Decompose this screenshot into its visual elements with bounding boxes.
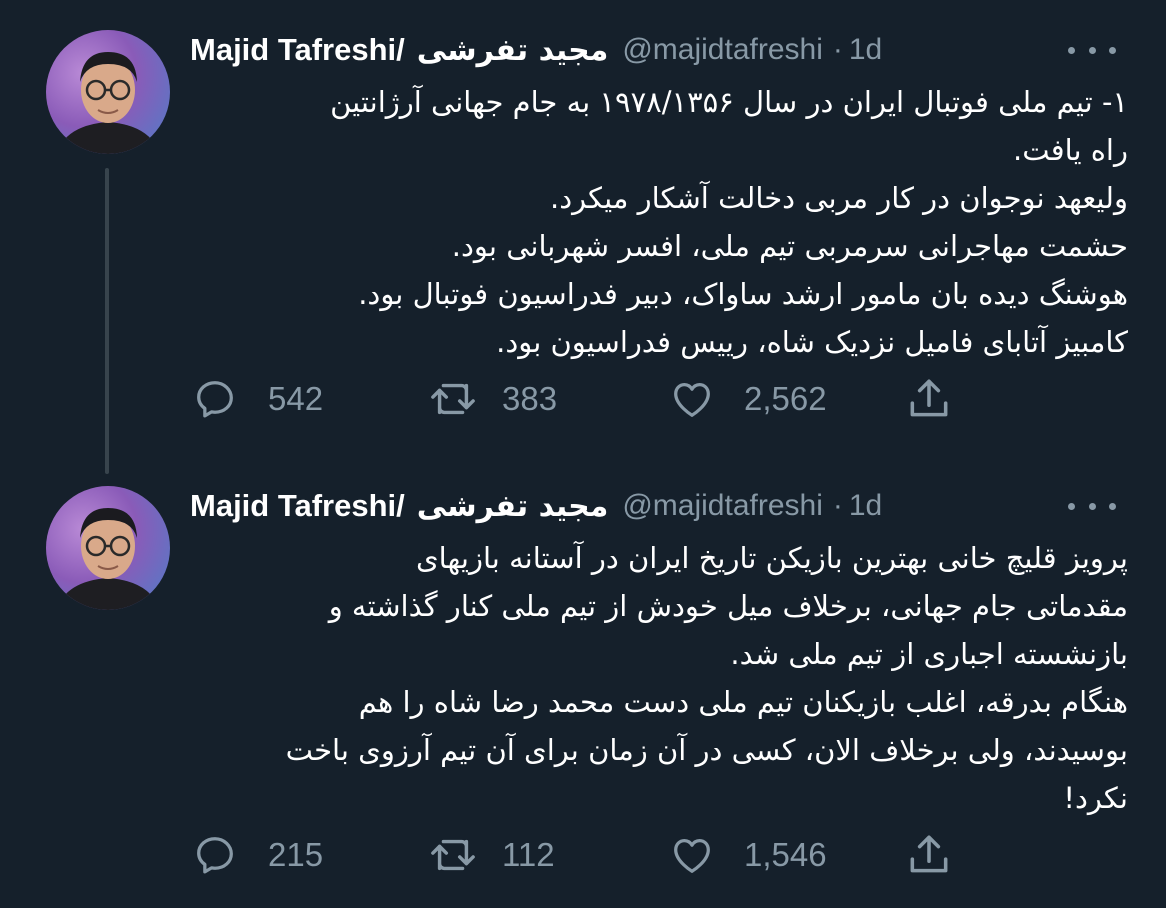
display-name-persian[interactable]: مجید تفرشی (417, 33, 609, 68)
tweet-text-line: حشمت مهاجرانی سرمربی تیم ملی، افسر شهربا… (451, 229, 1128, 263)
heart-icon (668, 376, 716, 422)
tweet-header: Majid Tafreshi/ مجید تفرشی @majidtafresh… (190, 30, 882, 70)
tweet-text-line: هوشنگ دیده بان مامور ارشد ساواک، دبیر فد… (358, 277, 1128, 311)
retweet-icon (426, 832, 480, 878)
tweet-text-line: هنگام بدرقه، اغلب بازیکنان تیم ملی دست م… (358, 685, 1128, 719)
tweet-text: پرویز قلیچ خانی بهترین بازیکن تاریخ ایرا… (160, 534, 1128, 822)
separator-dot: · (832, 489, 843, 522)
timestamp[interactable]: 1d (849, 489, 882, 523)
retweet-button[interactable]: 112 (426, 830, 555, 880)
like-button[interactable]: 2,562 (668, 374, 827, 424)
tweet-text-line: نکرد! (1063, 781, 1128, 815)
tweet-header: Majid Tafreshi/ مجید تفرشی @majidtafresh… (190, 486, 882, 526)
share-button[interactable] (904, 830, 954, 880)
avatar[interactable] (46, 486, 170, 610)
display-name[interactable]: Majid Tafreshi/ (190, 32, 405, 68)
tweet-text-line: کامبیز آتابای فامیل نزدیک شاه، رییس فدرا… (496, 325, 1128, 359)
share-button[interactable] (904, 374, 954, 424)
retweet-icon (426, 376, 480, 422)
retweet-button[interactable]: 383 (426, 374, 557, 424)
like-count: 2,562 (744, 380, 827, 417)
retweet-count: 112 (502, 836, 555, 873)
display-name-persian[interactable]: مجید تفرشی (417, 489, 609, 524)
reply-icon (192, 832, 238, 878)
reply-count: 215 (268, 836, 324, 873)
tweet-text-line: مقدماتی جام جهانی، برخلاف میل خودش از تی… (328, 589, 1128, 623)
display-name[interactable]: Majid Tafreshi/ (190, 488, 405, 524)
like-button[interactable]: 1,546 (668, 830, 827, 880)
like-count: 1,546 (744, 836, 827, 873)
tweet-actions: 215 112 1,546 (190, 830, 970, 880)
tweet-actions: 542 383 2,562 (190, 374, 970, 424)
reply-count: 542 (268, 380, 324, 417)
more-horizontal-icon[interactable] (1068, 36, 1116, 64)
avatar[interactable] (46, 30, 170, 154)
thread-connector-line (105, 168, 109, 474)
heart-icon (668, 832, 716, 878)
reply-button[interactable]: 542 (192, 374, 323, 424)
retweet-count: 383 (502, 380, 558, 417)
tweet-text-line: بوسیدند، ولی برخلاف الان، کسی در آن زمان… (285, 733, 1128, 767)
tweet-text-line: بازنشسته اجباری از تیم ملی شد. (730, 637, 1128, 671)
tweet-text-line: راه یافت. (1013, 133, 1128, 167)
tweet-text-line: ولیعهد نوجوان در کار مربی دخالت آشکار می… (550, 181, 1128, 215)
timestamp[interactable]: 1d (849, 33, 882, 67)
user-handle[interactable]: @majidtafreshi (622, 33, 823, 67)
reply-icon (192, 376, 238, 422)
separator-dot: · (832, 33, 843, 66)
reply-button[interactable]: 215 (192, 830, 323, 880)
user-handle[interactable]: @majidtafreshi (622, 489, 823, 523)
tweet-text-line: پرویز قلیچ خانی بهترین بازیکن تاریخ ایرا… (415, 541, 1128, 575)
share-icon (904, 830, 954, 880)
share-icon (904, 374, 954, 424)
tweet-text-line: ۱- تیم ملی فوتبال ایران در سال ۱۹۷۸/۱۳۵۶… (330, 85, 1128, 119)
more-horizontal-icon[interactable] (1068, 492, 1116, 520)
tweet-text: ۱- تیم ملی فوتبال ایران در سال ۱۹۷۸/۱۳۵۶… (160, 78, 1128, 366)
